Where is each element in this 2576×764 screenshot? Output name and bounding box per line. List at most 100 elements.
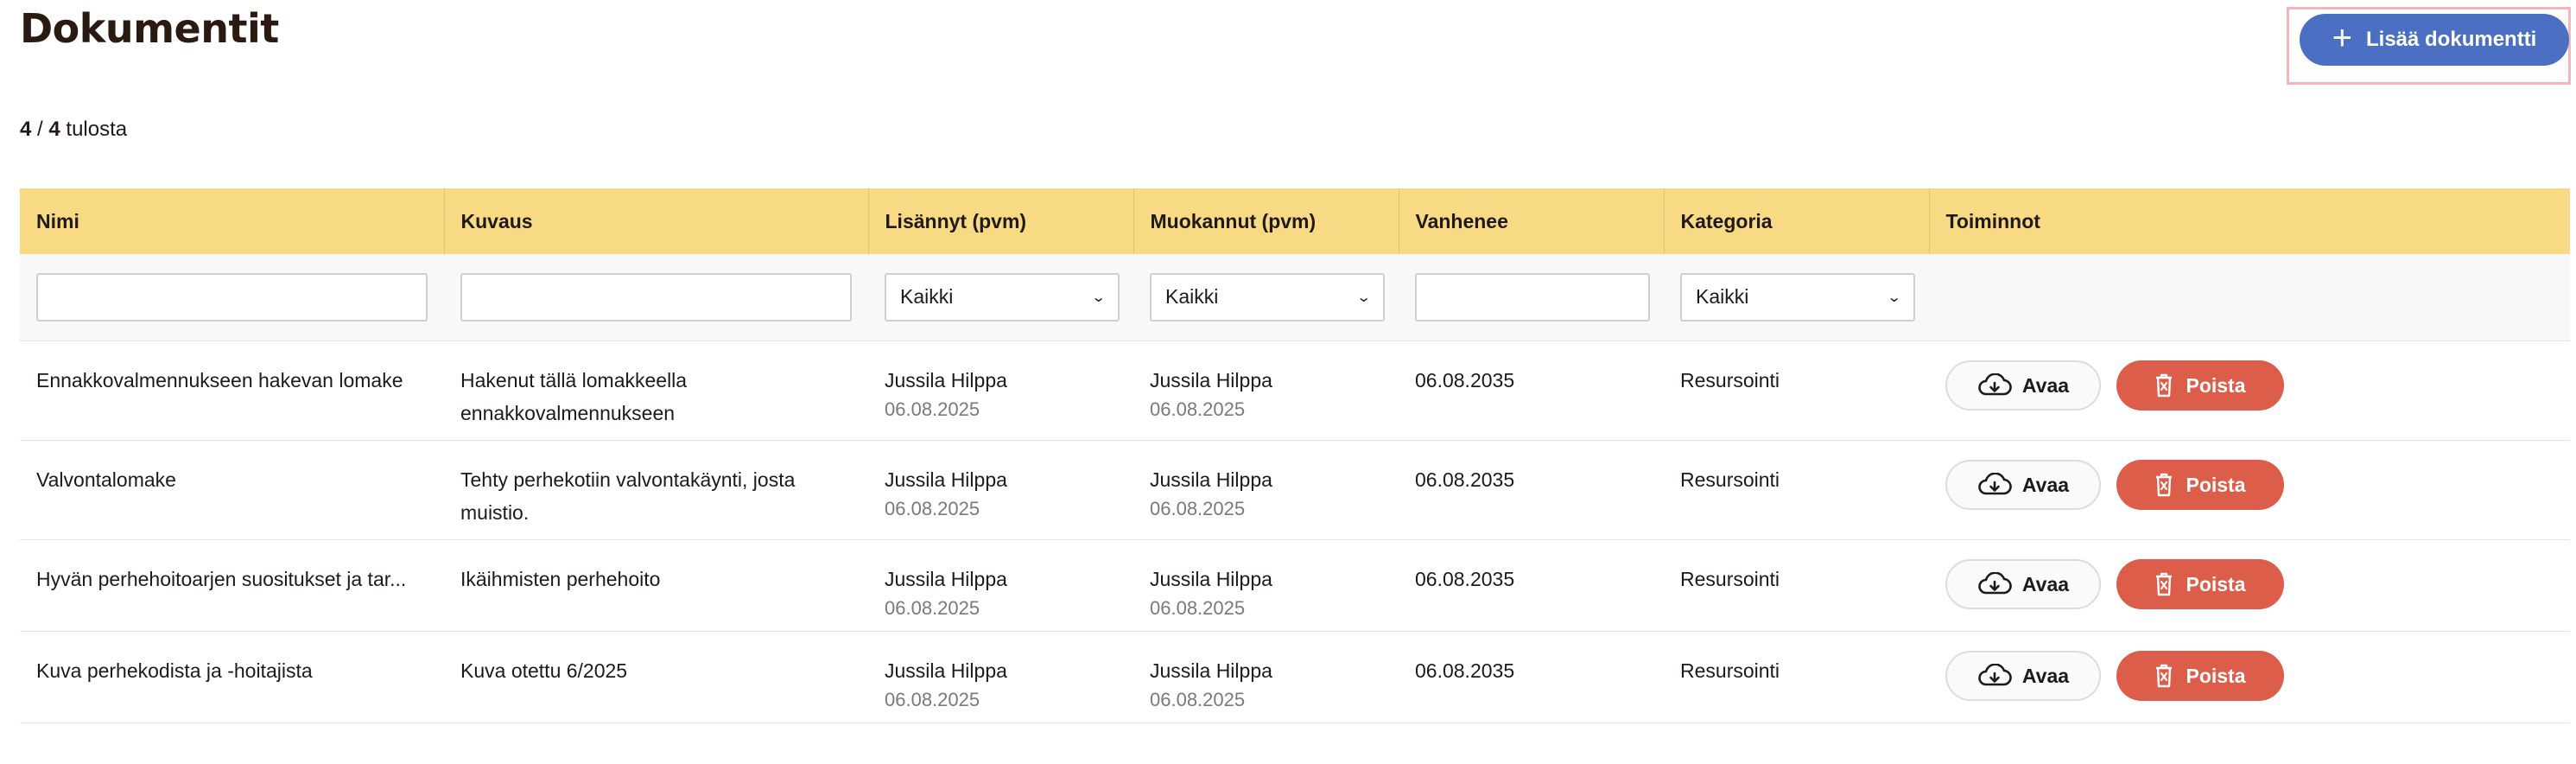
table-row: Ennakkovalmennukseen hakevan lomake Hake… [20, 341, 2570, 441]
column-header-description[interactable]: Kuvaus [444, 188, 869, 254]
category-filter-select[interactable]: Kaikki ⌄ [1680, 272, 1915, 322]
results-shown: 4 [20, 118, 32, 141]
trash-icon [2154, 373, 2173, 398]
document-name: Hyvän perhehoitoarjen suositukset ja tar… [20, 539, 444, 632]
cloud-download-icon [1977, 571, 2012, 596]
document-name: Ennakkovalmennukseen hakevan lomake [20, 341, 444, 441]
chevron-down-icon: ⌄ [1886, 290, 1902, 305]
document-name: Valvontalomake [20, 440, 444, 540]
actions-cell: Avaa Poista [1929, 539, 2570, 632]
cloud-download-icon [1977, 472, 2012, 497]
table-row: Kuva perhekodista ja -hoitajista Kuva ot… [20, 631, 2570, 723]
document-description: Ikäihmisten perhehoito [444, 539, 868, 632]
delete-label: Poista [2186, 664, 2246, 687]
added-date: 06.08.2025 [885, 398, 980, 420]
document-description: Hakenut tällä lomakkeella ennakkovalmenn… [444, 341, 868, 441]
category-filter-value: Kaikki [1696, 285, 1749, 309]
column-header-name[interactable]: Nimi [20, 188, 445, 254]
expires-date: 06.08.2035 [1399, 539, 1664, 632]
table-row: Valvontalomake Tehty perhekotiin valvont… [20, 440, 2570, 540]
delete-button[interactable]: Poista [2116, 650, 2284, 701]
add-document-button[interactable]: + Lisää dokumentti [2300, 14, 2569, 66]
modified-by: Jussila Hilppa [1150, 659, 1272, 682]
open-label: Avaa [2021, 664, 2070, 687]
open-label: Avaa [2021, 373, 2070, 397]
open-label: Avaa [2021, 572, 2070, 595]
modified-cell: Jussila Hilppa 06.08.2025 [1133, 341, 1399, 441]
chevron-down-icon: ⌄ [1355, 290, 1372, 305]
trash-icon [2154, 572, 2173, 596]
expires-date: 06.08.2035 [1399, 631, 1664, 723]
results-separator: / [31, 118, 49, 141]
added-by: Jussila Hilppa [885, 567, 1007, 590]
chevron-down-icon: ⌄ [1090, 290, 1107, 305]
delete-label: Poista [2186, 572, 2246, 595]
delete-button[interactable]: Poista [2116, 558, 2284, 609]
added-cell: Jussila Hilppa 06.08.2025 [868, 341, 1133, 441]
modified-cell: Jussila Hilppa 06.08.2025 [1133, 440, 1399, 540]
table-row: Hyvän perhehoitoarjen suositukset ja tar… [20, 539, 2570, 632]
category-value: Resursointi [1664, 539, 1929, 632]
added-date: 06.08.2025 [885, 688, 980, 710]
added-cell: Jussila Hilppa 06.08.2025 [868, 539, 1133, 632]
description-filter-input[interactable] [460, 272, 852, 322]
modified-by: Jussila Hilppa [1150, 567, 1272, 590]
added-by: Jussila Hilppa [885, 659, 1007, 682]
modified-by: Jussila Hilppa [1150, 468, 1272, 491]
added-filter-value: Kaikki [900, 285, 954, 309]
open-label: Avaa [2021, 473, 2070, 496]
added-cell: Jussila Hilppa 06.08.2025 [868, 440, 1133, 540]
plus-icon: + [2332, 19, 2352, 57]
document-name: Kuva perhekodista ja -hoitajista [20, 631, 444, 723]
category-value: Resursointi [1664, 341, 1929, 441]
document-description: Kuva otettu 6/2025 [444, 631, 868, 723]
category-value: Resursointi [1664, 440, 1929, 540]
actions-filter-empty [1929, 254, 2570, 341]
expires-filter-input[interactable] [1415, 272, 1650, 322]
open-button[interactable]: Avaa [1945, 558, 2101, 609]
results-suffix: tulosta [60, 118, 128, 141]
modified-date: 06.08.2025 [1150, 688, 1246, 710]
table-header-row: Nimi Kuvaus Lisännyt (pvm) Muokannut (pv… [20, 188, 2570, 254]
modified-filter-value: Kaikki [1165, 285, 1219, 309]
added-by: Jussila Hilppa [885, 368, 1007, 392]
modified-by: Jussila Hilppa [1150, 368, 1272, 392]
column-header-category[interactable]: Kategoria [1664, 188, 1930, 254]
expires-date: 06.08.2035 [1399, 440, 1664, 540]
added-filter-select[interactable]: Kaikki ⌄ [885, 272, 1120, 322]
trash-icon [2154, 664, 2173, 688]
trash-icon [2154, 473, 2173, 497]
open-button[interactable]: Avaa [1945, 360, 2101, 411]
open-button[interactable]: Avaa [1945, 459, 2101, 510]
document-description: Tehty perhekotiin valvontakäynti, josta … [444, 440, 868, 540]
actions-cell: Avaa Poista [1929, 440, 2570, 540]
delete-button[interactable]: Poista [2116, 360, 2284, 411]
column-header-expires[interactable]: Vanhenee [1399, 188, 1665, 254]
added-date: 06.08.2025 [885, 596, 980, 619]
open-button[interactable]: Avaa [1945, 650, 2101, 701]
modified-date: 06.08.2025 [1150, 596, 1246, 619]
column-header-actions: Toiminnot [1929, 188, 2570, 254]
add-document-label: Lisää dokumentti [2365, 28, 2537, 51]
delete-label: Poista [2186, 373, 2246, 397]
modified-cell: Jussila Hilppa 06.08.2025 [1133, 631, 1399, 723]
column-header-modified[interactable]: Muokannut (pvm) [1133, 188, 1399, 254]
cloud-download-icon [1977, 372, 2012, 398]
added-cell: Jussila Hilppa 06.08.2025 [868, 631, 1133, 723]
added-date: 06.08.2025 [885, 497, 980, 519]
page-title: Dokumentit [20, 5, 279, 52]
actions-cell: Avaa Poista [1929, 341, 2570, 441]
expires-date: 06.08.2035 [1399, 341, 1664, 441]
delete-label: Poista [2186, 473, 2246, 496]
modified-cell: Jussila Hilppa 06.08.2025 [1133, 539, 1399, 632]
name-filter-input[interactable] [36, 272, 428, 322]
modified-filter-select[interactable]: Kaikki ⌄ [1150, 272, 1385, 322]
results-total: 4 [48, 118, 60, 141]
modified-date: 06.08.2025 [1150, 398, 1246, 420]
added-by: Jussila Hilppa [885, 468, 1007, 491]
delete-button[interactable]: Poista [2116, 459, 2284, 510]
column-header-added[interactable]: Lisännyt (pvm) [868, 188, 1134, 254]
modified-date: 06.08.2025 [1150, 497, 1246, 519]
actions-cell: Avaa Poista [1929, 631, 2570, 723]
cloud-download-icon [1977, 663, 2012, 688]
